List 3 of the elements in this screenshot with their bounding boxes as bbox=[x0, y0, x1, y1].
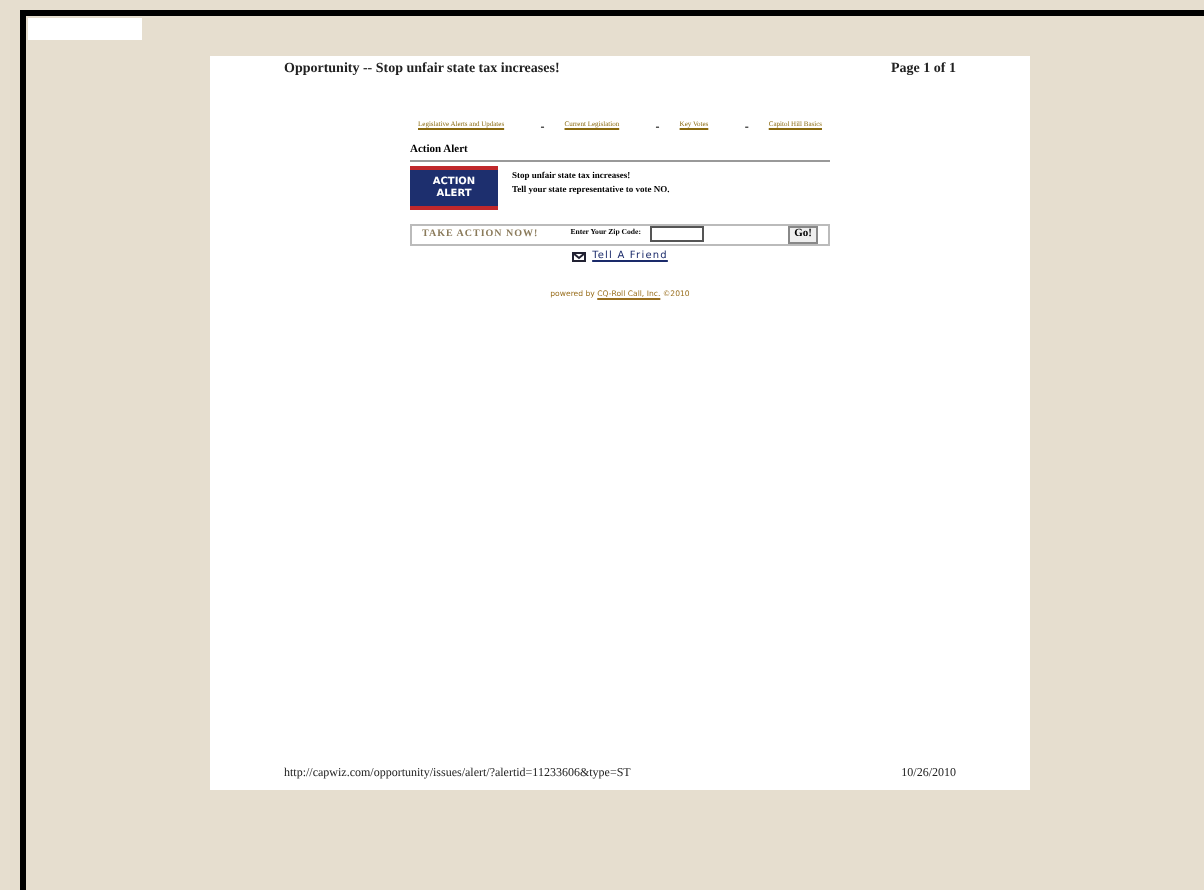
envelope-icon bbox=[572, 252, 587, 262]
zip-input-field[interactable] bbox=[650, 226, 705, 243]
blank-panel bbox=[28, 18, 142, 40]
